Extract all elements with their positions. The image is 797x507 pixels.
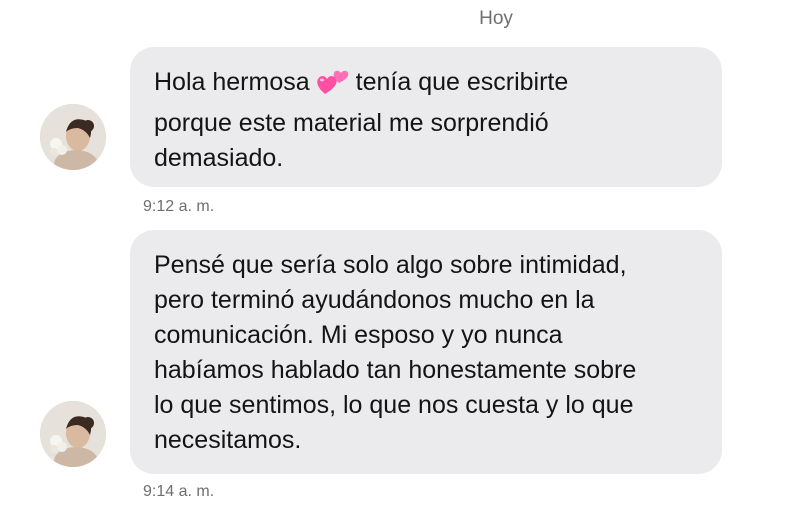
message-timestamp: 9:12 a. m.: [143, 198, 215, 215]
message-timestamp: 9:14 a. m.: [143, 483, 215, 500]
day-separator: Hoy: [479, 8, 513, 29]
chat-thread: Hoy Hola hermosa tenía que escribirte po…: [0, 0, 797, 507]
avatar[interactable]: [40, 401, 106, 467]
two-hearts-icon: [316, 68, 350, 106]
avatar[interactable]: [40, 104, 106, 170]
message-text: Pensé que sería solo algo sobre intimida…: [154, 251, 637, 454]
avatar-image: [40, 401, 106, 467]
message-text: Hola hermosa: [154, 68, 310, 96]
avatar-image: [40, 104, 106, 170]
message-bubble[interactable]: Hola hermosa tenía que escribirte porque…: [130, 47, 722, 187]
message-bubble[interactable]: Pensé que sería solo algo sobre intimida…: [130, 230, 722, 474]
